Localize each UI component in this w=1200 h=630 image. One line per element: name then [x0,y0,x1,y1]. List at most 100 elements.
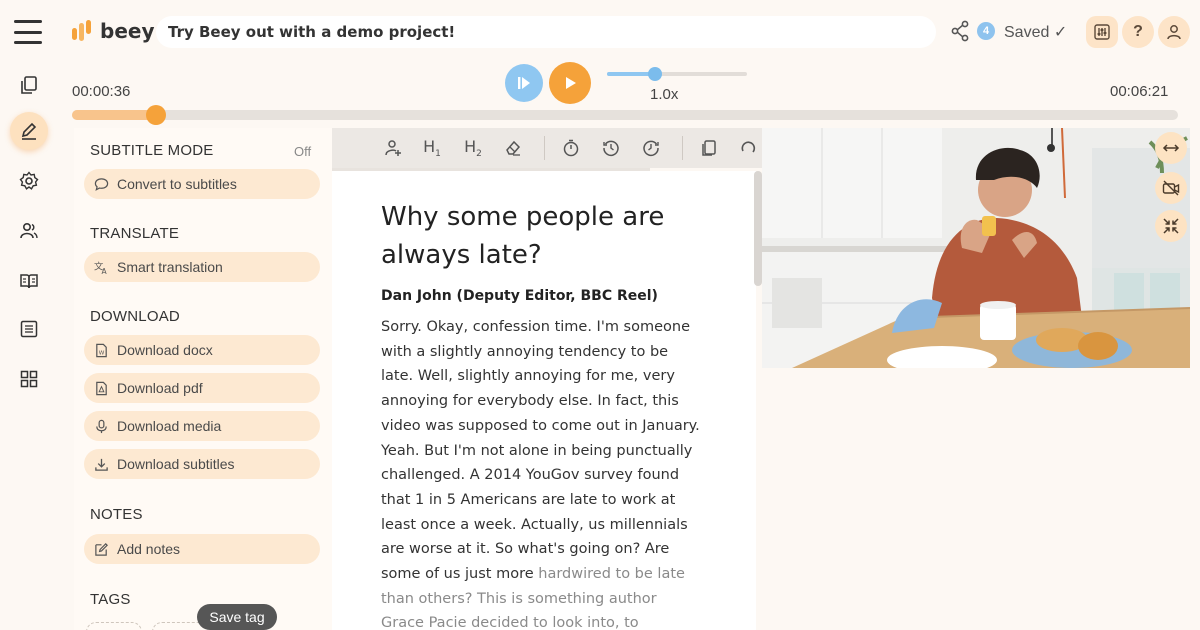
toolbar-divider [544,136,545,160]
stopwatch-icon [563,139,579,157]
forward-time-button[interactable] [640,137,662,159]
tools-panel: SUBTITLE MODE Off Convert to subtitles T… [74,128,332,630]
play-button[interactable] [549,62,591,104]
account-button[interactable] [1158,16,1190,48]
rail-item-projects[interactable] [10,66,48,104]
convert-to-subtitles-button[interactable]: Convert to subtitles [84,169,320,199]
beey-logo-icon [72,20,91,41]
smart-translation-button[interactable]: 文A Smart translation [84,252,320,282]
help-button[interactable]: ? [1122,16,1154,48]
grid-icon [20,370,38,388]
list-icon [20,320,38,338]
settings-icon [19,171,39,190]
download-title: DOWNLOAD [90,308,180,325]
heading-1-button[interactable]: H1 [421,137,443,159]
download-pdf-label: Download pdf [117,380,203,396]
transcript-text-played: Sorry. Okay, confession time. I'm someon… [381,319,700,583]
toolbar-divider [682,136,683,160]
video-preview[interactable] [762,128,1190,368]
shrink-video-button[interactable] [1155,210,1187,242]
collaborators-badge[interactable]: 4 [977,22,995,40]
help-icon: ? [1133,23,1143,40]
skip-icon [518,77,530,89]
svg-text:A: A [102,267,108,275]
subtitle-mode-state[interactable]: Off [294,144,311,159]
editor-toolbar: H1 H2 [332,128,762,168]
current-time: 00:00:36 [72,83,131,100]
rewind-time-button[interactable] [600,137,622,159]
document-copy-icon [702,140,716,156]
save-status: Saved ✓ [1004,24,1068,41]
logo[interactable]: beey [70,18,154,44]
hide-video-button[interactable] [1155,172,1187,204]
document-title[interactable]: Why some people are always late? [381,198,711,274]
rail-item-settings[interactable] [10,162,48,200]
video-off-icon [1162,180,1180,196]
speed-label: 1.0x [650,86,679,103]
rail-item-speakers[interactable] [10,212,48,250]
play-icon [566,77,576,89]
rail-item-editor[interactable] [10,112,48,150]
eraser-icon [506,140,521,156]
docx-file-icon: W [96,343,107,357]
playback-progress-handle[interactable] [146,105,167,125]
speed-slider-handle[interactable] [647,67,662,81]
undo-button[interactable] [737,137,759,159]
transcript-text[interactable]: Sorry. Okay, confession time. I'm someon… [381,315,701,630]
timestamp-button[interactable] [560,137,582,159]
menu-icon[interactable] [14,20,42,44]
speed-slider[interactable] [607,67,747,81]
smart-translation-label: Smart translation [117,259,223,275]
eraser-button[interactable] [502,137,524,159]
translate-icon: 文A [94,260,108,275]
clock-forward-icon [643,140,659,157]
speaker-add-icon [385,140,401,156]
transcript-editor[interactable]: Why some people are always late? Dan Joh… [332,171,756,630]
widen-video-button[interactable] [1155,132,1187,164]
user-icon [1167,25,1181,40]
top-header: beey Try Beey out with a demo project! 4… [0,0,1200,64]
edit-note-icon [95,542,108,556]
speaker-label[interactable]: Dan John (Deputy Editor, BBC Reel) [381,288,658,304]
download-pdf-button[interactable]: Download pdf [84,373,320,403]
copy-button[interactable] [698,137,720,159]
playback-progress-fill [72,110,157,120]
rail-item-dictionary[interactable] [10,262,48,300]
settings-sliders-button[interactable] [1086,16,1118,48]
sliders-icon [1094,24,1110,40]
share-icon[interactable] [950,20,970,42]
download-docx-label: Download docx [117,342,213,358]
heading-1-icon: H1 [423,136,441,160]
notes-title: NOTES [90,506,143,523]
save-tag-tooltip: Save tag [197,604,277,630]
translate-title: TRANSLATE [90,225,180,242]
project-title-input[interactable]: Try Beey out with a demo project! [156,16,936,48]
tag-slot[interactable] [86,622,142,630]
subtitle-mode-title: SUBTITLE MODE [90,142,214,159]
speaker-tag-button[interactable] [382,137,404,159]
download-subtitles-button[interactable]: Download subtitles [84,449,320,479]
rail-item-apps[interactable] [10,360,48,398]
playback-progress-bar[interactable] [72,105,1178,125]
rail-item-list[interactable] [10,310,48,348]
arrows-horizontal-icon [1162,144,1180,152]
heading-2-icon: H2 [464,136,482,160]
video-frame [762,128,1190,368]
download-media-button[interactable]: Download media [84,411,320,441]
heading-2-button[interactable]: H2 [462,137,484,159]
total-time: 00:06:21 [1110,83,1169,100]
chat-icon [94,177,109,191]
left-rail [0,64,58,630]
book-icon [20,274,38,289]
copy-icon [21,76,37,94]
speakers-icon [20,222,38,239]
editor-scrollbar[interactable] [754,171,762,286]
download-docx-button[interactable]: W Download docx [84,335,320,365]
pdf-file-icon [96,381,107,395]
collapse-icon [1163,218,1179,234]
download-media-label: Download media [117,418,222,434]
add-notes-button[interactable]: Add notes [84,534,320,564]
brand-name: beey [100,19,155,43]
undo-icon [741,141,756,153]
skip-back-button[interactable] [505,64,543,102]
